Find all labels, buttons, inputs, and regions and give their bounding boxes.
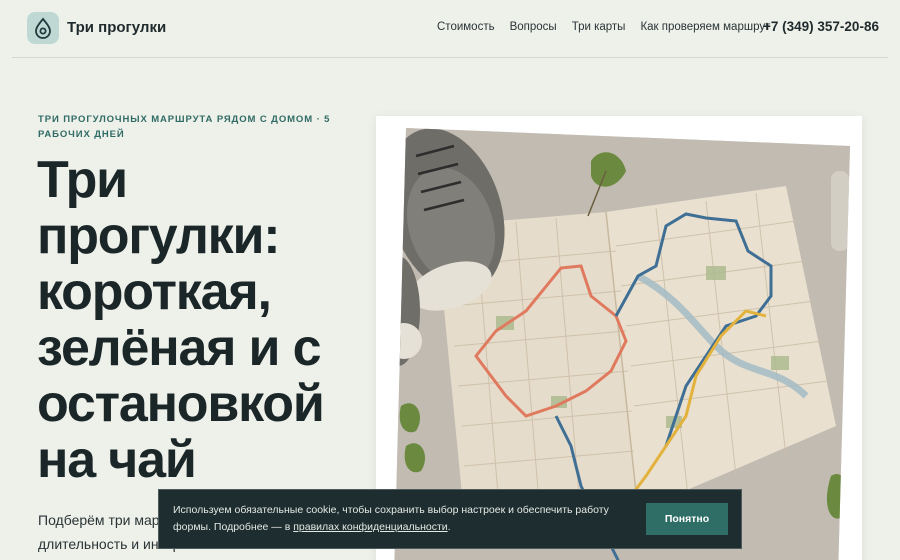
nav-link-pricing[interactable]: Стоимость bbox=[437, 21, 495, 33]
logo-icon[interactable] bbox=[27, 12, 59, 44]
nav-link-faq[interactable]: Вопросы bbox=[510, 21, 557, 33]
cookie-text-end: . bbox=[447, 521, 451, 533]
cookie-text: Используем обязательные cookie, чтобы со… bbox=[173, 502, 623, 536]
hero-title: Три прогулки: короткая, зелёная и с оста… bbox=[37, 151, 325, 489]
main-nav: Стоимость Вопросы Три карты Как проверяе… bbox=[437, 21, 785, 33]
cookie-banner: Используем обязательные cookie, чтобы со… bbox=[158, 489, 742, 549]
header-divider bbox=[12, 57, 888, 58]
phone-link[interactable]: +7 (349) 357-20-86 bbox=[763, 19, 879, 34]
cookie-accept-button[interactable]: Понятно bbox=[646, 503, 728, 535]
hero-kicker: ТРИ ПРОГУЛОЧНЫХ МАРШРУТА РЯДОМ С ДОМОМ ·… bbox=[38, 114, 331, 140]
brand-name[interactable]: Три прогулки bbox=[67, 19, 166, 36]
site-header: Три прогулки Стоимость Вопросы Три карты… bbox=[0, 0, 900, 58]
nav-link-route-check[interactable]: Как проверяем маршрут bbox=[640, 21, 770, 33]
nav-link-three-maps[interactable]: Три карты bbox=[572, 21, 626, 33]
privacy-policy-link[interactable]: правилах конфиденциальности bbox=[293, 521, 447, 533]
